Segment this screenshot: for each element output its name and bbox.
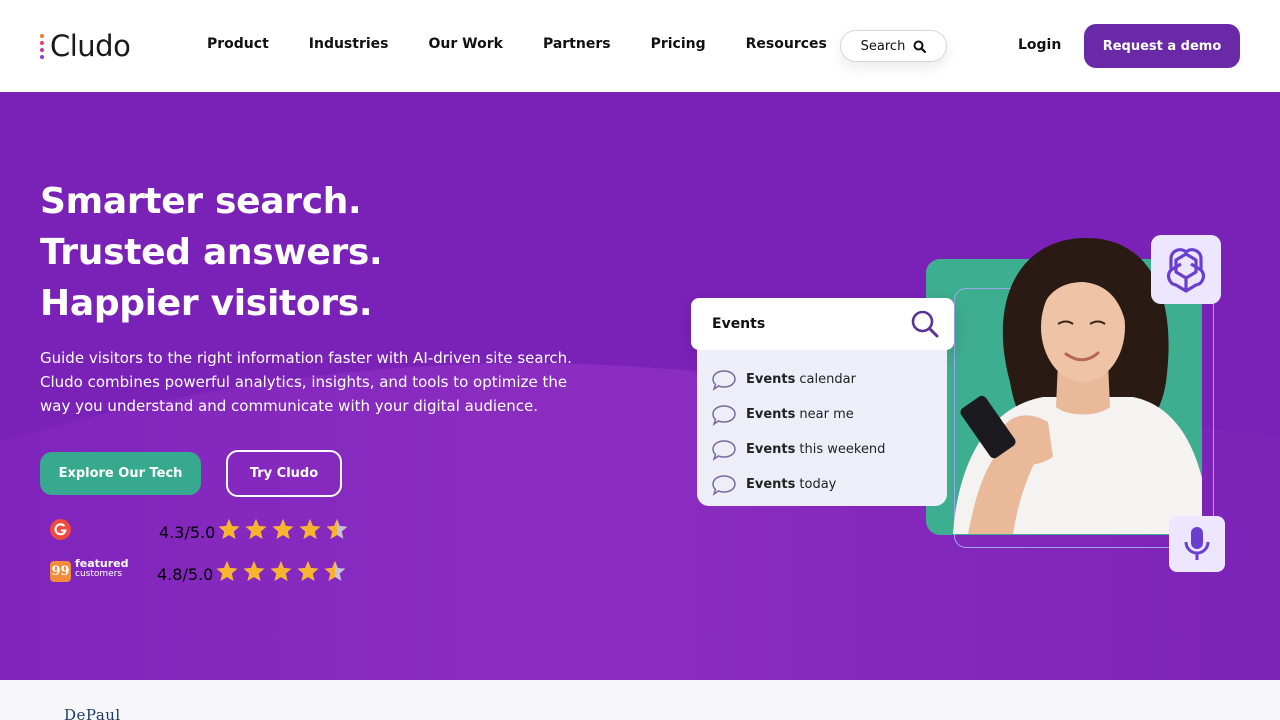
search-label: Search — [860, 38, 906, 54]
microphone-icon — [1184, 527, 1210, 560]
star-fill — [270, 561, 292, 581]
suggestion-rest: near me — [799, 407, 854, 422]
hero-description: Guide visitors to the right information … — [40, 349, 572, 415]
nav-item-resources[interactable]: Resources — [746, 36, 827, 52]
suggestion-item[interactable]: Events today — [697, 467, 947, 502]
request-demo-button[interactable]: Request a demo — [1084, 24, 1240, 68]
featured-customers-icon: 99 — [50, 561, 71, 582]
headline-line-3: Happier visitors. — [40, 283, 373, 324]
suggestion-rest: today — [799, 477, 837, 492]
g2-stars — [218, 519, 348, 539]
client-logos-strip: DePaul — [0, 680, 1280, 720]
demo-search-input[interactable]: Events — [691, 298, 954, 350]
featured-text: featured — [75, 557, 129, 570]
star-fill — [297, 561, 319, 581]
header-search-button[interactable]: Search — [840, 30, 947, 62]
explore-tech-button[interactable]: Explore Our Tech — [40, 452, 201, 495]
featured-stars — [216, 561, 346, 581]
star-fill — [272, 519, 294, 539]
chat-bubble-icon — [712, 369, 736, 391]
suggestion-rest: this weekend — [799, 442, 886, 457]
nav-item-pricing[interactable]: Pricing — [651, 36, 706, 52]
star-fill — [218, 519, 240, 539]
headline-line-1: Smarter search. — [40, 181, 362, 222]
openai-icon — [1166, 247, 1206, 293]
try-cludo-button[interactable]: Try Cludo — [226, 450, 342, 497]
star-fill — [216, 561, 238, 581]
magnifier-icon — [911, 310, 939, 338]
search-suggestions: Events calendar Events near me Events th… — [697, 350, 947, 506]
depaul-logo: DePaul — [64, 706, 121, 720]
hero-headline: Smarter search. Trusted answers. Happier… — [40, 176, 383, 329]
headline-line-2: Trusted answers. — [40, 232, 383, 273]
login-link[interactable]: Login — [1018, 37, 1061, 53]
rating-g2: 4.3/5.0 — [0, 516, 400, 544]
logo-text: Cludo — [50, 29, 131, 63]
demo-search-query: Events — [712, 316, 766, 332]
star-fill — [243, 561, 265, 581]
nav-item-industries[interactable]: Industries — [309, 36, 389, 52]
featured-customers-text: featured customers — [75, 557, 129, 579]
nav-item-partners[interactable]: Partners — [543, 36, 611, 52]
hero-section: Smarter search. Trusted answers. Happier… — [0, 92, 1280, 680]
g2-icon — [50, 519, 71, 540]
suggestion-item[interactable]: Events near me — [697, 397, 947, 432]
rating-featured-customers: 99 featured customers 4.8/5.0 — [0, 558, 400, 586]
suggestion-bold: Events — [746, 372, 796, 387]
g2-score: 4.3/5.0 — [159, 523, 216, 542]
site-header: Cludo Product Industries Our Work Partne… — [0, 0, 1280, 92]
nav-item-product[interactable]: Product — [207, 36, 269, 52]
chat-bubble-icon — [712, 404, 736, 426]
featured-score: 4.8/5.0 — [157, 565, 214, 584]
star-fill — [245, 519, 267, 539]
suggestion-bold: Events — [746, 442, 796, 457]
chat-bubble-icon — [712, 474, 736, 496]
chat-bubble-icon — [712, 439, 736, 461]
openai-logo-badge — [1151, 235, 1221, 304]
suggestion-bold: Events — [746, 407, 796, 422]
suggestion-item[interactable]: Events this weekend — [697, 432, 947, 467]
logo-dots-icon — [40, 33, 44, 59]
search-icon — [913, 40, 927, 53]
cludo-logo[interactable]: Cludo — [40, 28, 131, 64]
star-fill — [299, 519, 321, 539]
main-nav: Product Industries Our Work Partners Pri… — [207, 36, 867, 52]
suggestion-item[interactable]: Events calendar — [697, 362, 947, 397]
customers-text: customers — [75, 569, 123, 579]
voice-search-badge[interactable] — [1169, 516, 1225, 572]
suggestion-rest: calendar — [799, 372, 856, 387]
suggestion-bold: Events — [746, 477, 796, 492]
nav-item-our-work[interactable]: Our Work — [429, 36, 503, 52]
